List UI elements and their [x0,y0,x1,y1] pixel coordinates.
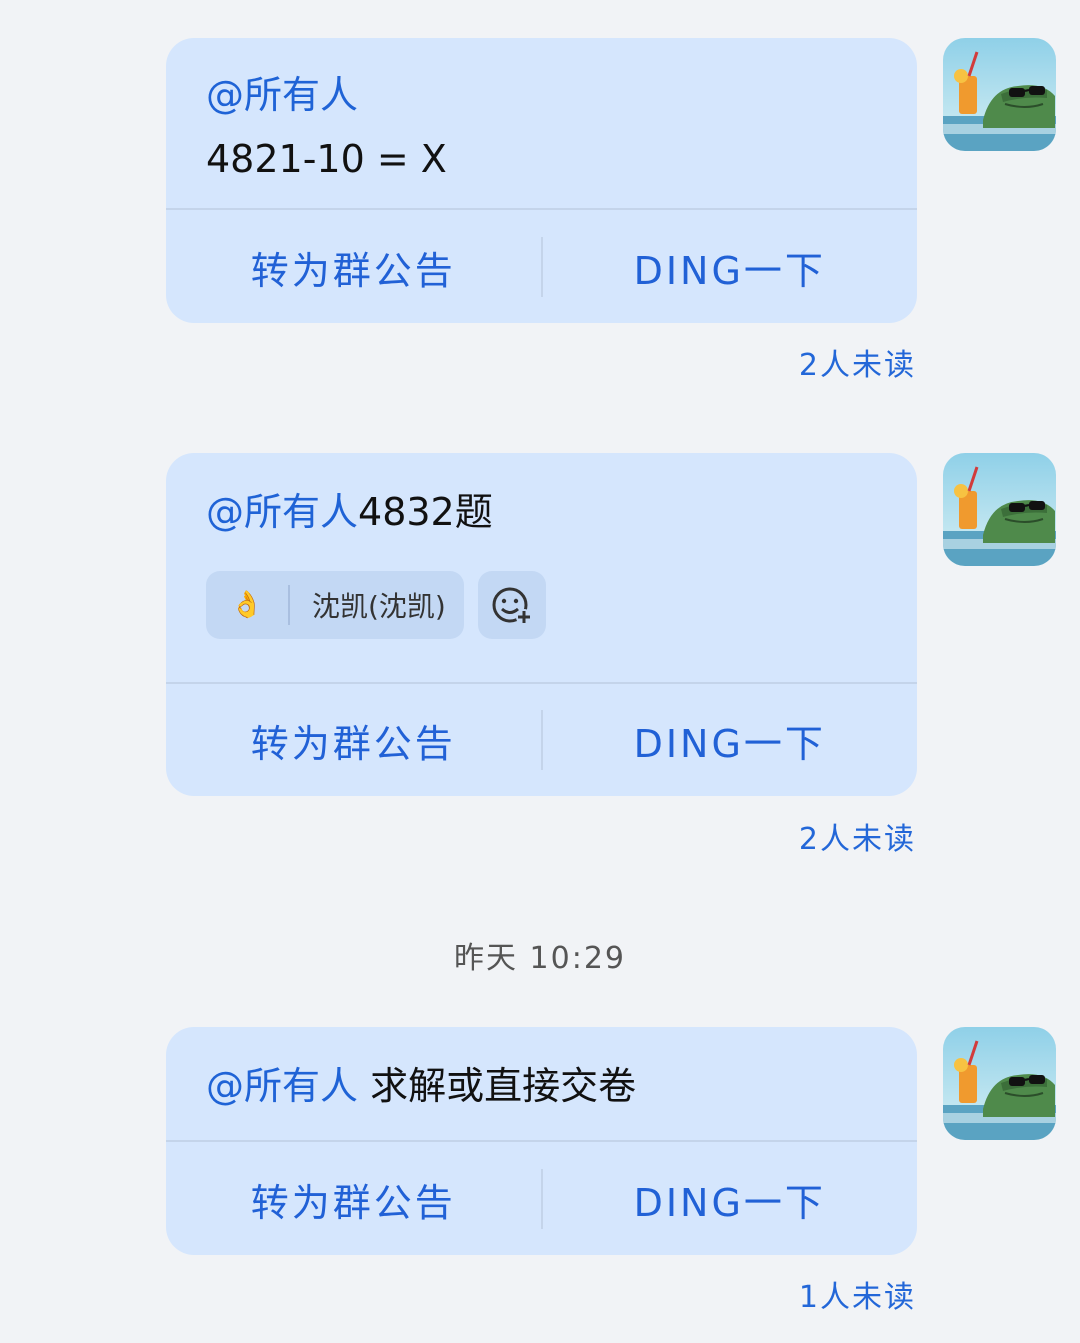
set-announcement-button[interactable]: 转为群公告 [166,684,541,796]
avatar[interactable] [943,38,1056,151]
mention-all[interactable]: @所有人 [206,73,358,117]
mention-all[interactable]: @所有人 [206,1064,358,1108]
reaction-user: 沈凯(沈凯) [312,590,446,623]
message-text: 求解或直接交卷 [370,1064,637,1108]
divider [166,1140,917,1142]
ding-button[interactable]: DING一下 [543,1143,918,1255]
message-text: 4821-10 = X [206,137,447,181]
unread-count[interactable]: 2人未读 [799,814,916,858]
message-actions: 转为群公告 DING一下 [166,684,917,796]
ding-button[interactable]: DING一下 [543,684,918,796]
crocodile-avatar-icon [943,1027,1056,1140]
unread-count[interactable]: 1人未读 [799,1272,916,1316]
message-actions: 转为群公告 DING一下 [166,211,917,323]
message-line-1: @所有人 求解或直接交卷 [206,1059,877,1113]
message-bubble[interactable]: @所有人4832题 👌 沈凯(沈凯) 转为群公告 DING一下 [166,453,917,796]
mention-all[interactable]: @所有人 [206,490,358,534]
divider [166,208,917,210]
crocodile-avatar-icon [943,453,1056,566]
crocodile-avatar-icon [943,38,1056,151]
time-separator: 昨天 10:29 [454,941,626,976]
message-line-1: @所有人4832题 [206,485,877,539]
message-bubble[interactable]: @所有人 4821-10 = X 转为群公告 DING一下 [166,38,917,323]
message-actions: 转为群公告 DING一下 [166,1143,917,1255]
unread-count[interactable]: 2人未读 [799,340,916,384]
set-announcement-button[interactable]: 转为群公告 [166,1143,541,1255]
reaction-divider [288,585,290,625]
set-announcement-button[interactable]: 转为群公告 [166,211,541,323]
message-line-1: @所有人 [206,68,877,122]
ding-button[interactable]: DING一下 [543,211,918,323]
message-text: 4832题 [358,490,493,534]
reaction-chip[interactable]: 👌 沈凯(沈凯) [206,571,464,639]
avatar[interactable] [943,1027,1056,1140]
add-emoji-icon [492,587,532,625]
message-bubble[interactable]: @所有人 求解或直接交卷 转为群公告 DING一下 [166,1027,917,1255]
ok-hand-icon: 👌 [230,590,264,620]
reaction-row: 👌 沈凯(沈凯) [206,571,877,639]
add-reaction-button[interactable] [477,571,546,639]
avatar[interactable] [943,453,1056,566]
